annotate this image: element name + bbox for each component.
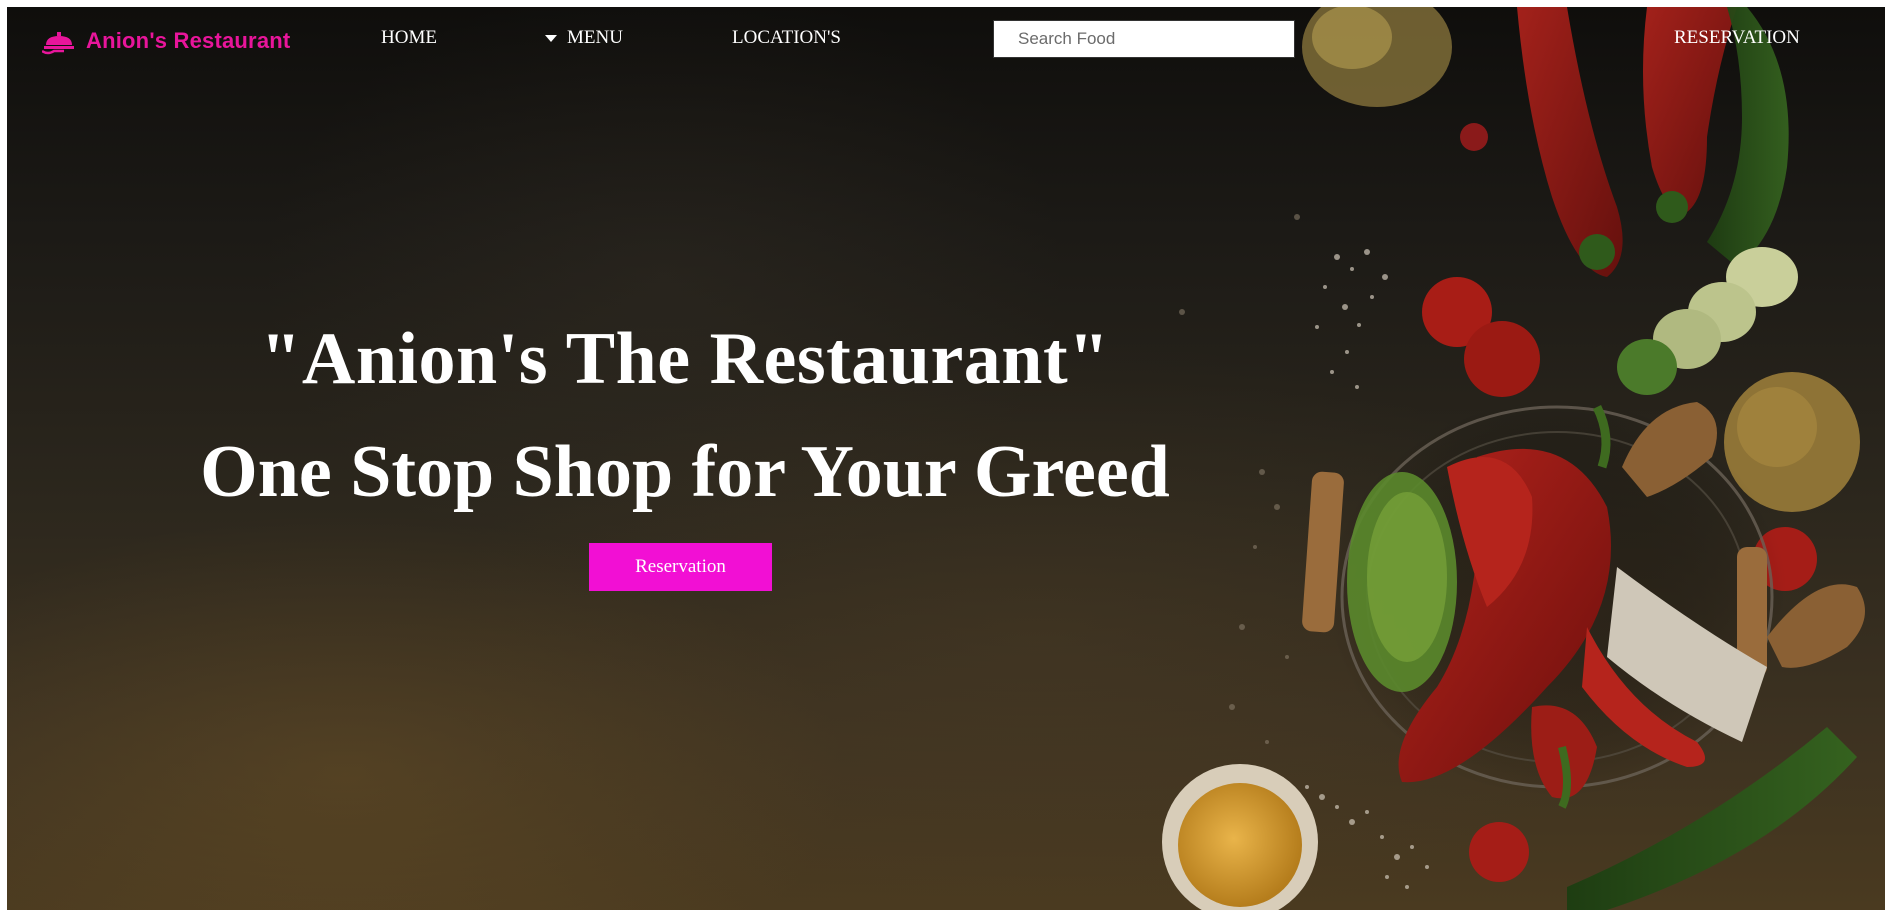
brand-logo[interactable]: Anion's Restaurant xyxy=(42,27,290,55)
nav-reservation-link[interactable]: RESERVATION xyxy=(1674,27,1800,49)
nav-menu-dropdown[interactable]: MENU xyxy=(545,27,623,49)
food-tray-icon xyxy=(42,27,76,55)
hero-title: "Anion's The Restaurant" xyxy=(260,318,1110,400)
hero-subtitle: One Stop Shop for Your Greed xyxy=(200,431,1170,513)
reservation-button[interactable]: Reservation xyxy=(589,543,772,591)
nav-locations-link[interactable]: LOCATION'S xyxy=(732,27,841,49)
search-food-input[interactable] xyxy=(993,20,1295,58)
nav-menu-label: MENU xyxy=(567,27,623,48)
caret-down-icon xyxy=(545,34,557,42)
brand-name: Anion's Restaurant xyxy=(86,28,291,53)
nav-home-link[interactable]: HOME xyxy=(381,27,437,49)
top-navbar: Anion's Restaurant HOME MENU LOCATION'S … xyxy=(7,7,1885,71)
hero-section: Anion's Restaurant HOME MENU LOCATION'S … xyxy=(7,7,1885,910)
